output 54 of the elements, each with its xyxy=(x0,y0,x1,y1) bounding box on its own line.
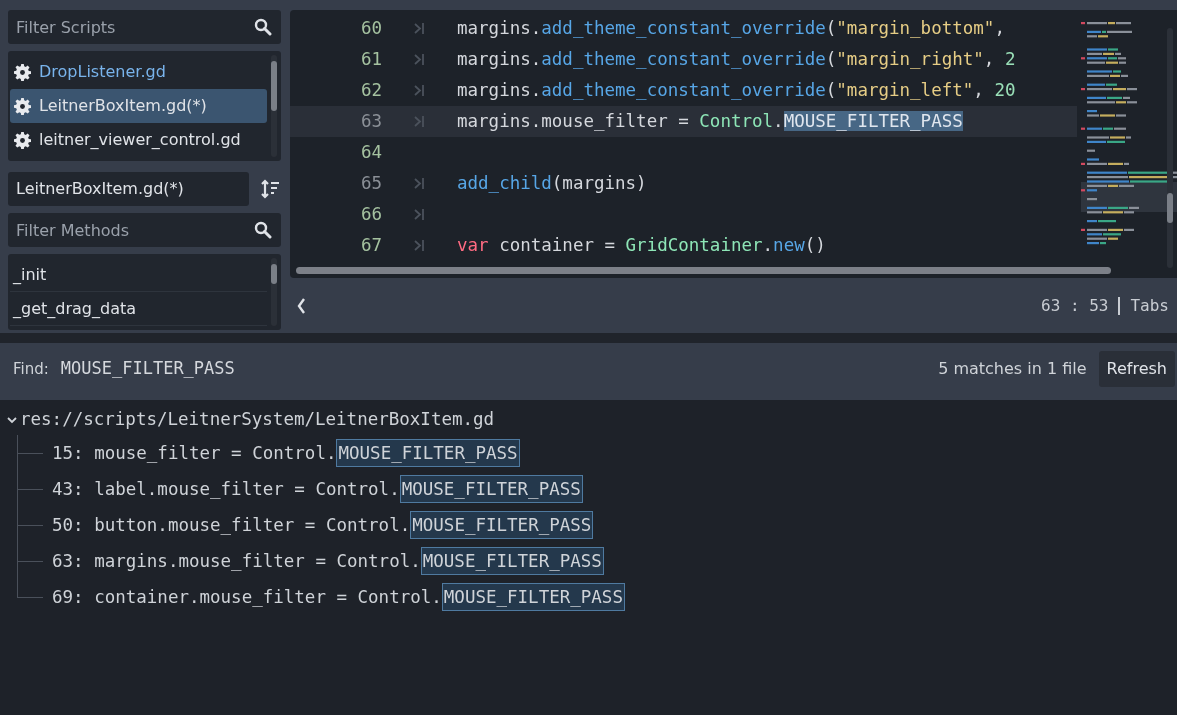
match-highlight: MOUSE_FILTER_PASS xyxy=(441,582,625,612)
method-filter-field[interactable]: Filter Methods xyxy=(8,213,281,247)
search-result-line[interactable]: 63: margins.mouse_filter = Control. xyxy=(52,547,421,575)
search-icon[interactable] xyxy=(254,221,272,239)
horizontal-scrollbar[interactable] xyxy=(296,267,1111,274)
script-name: LeitnerBoxItem.gd(*) xyxy=(39,95,207,117)
indent-mode-label[interactable]: Tabs xyxy=(1130,293,1169,318)
script-filter-field[interactable]: Filter Scripts xyxy=(8,10,281,44)
script-list-item[interactable]: leitner_viewer_control.gd xyxy=(10,123,267,157)
find-label: Find: xyxy=(13,358,49,380)
code-line: add_child(margins) xyxy=(457,172,647,196)
gear-icon xyxy=(14,97,31,115)
search-icon[interactable] xyxy=(254,18,272,36)
search-result-line[interactable]: 15: mouse_filter = Control. xyxy=(52,439,337,467)
scrollbar-thumb[interactable] xyxy=(1167,193,1173,223)
code-line: margins.add_theme_constant_override("margin_bottom", xyxy=(457,17,1005,41)
current-script-label: LeitnerBoxItem.gd(*) xyxy=(8,172,249,206)
line-number: 61 xyxy=(359,48,382,72)
method-list-item[interactable]: _init xyxy=(10,258,267,292)
script-name: DropListener.gd xyxy=(39,61,166,83)
gear-icon xyxy=(14,131,31,149)
line-number: 67 xyxy=(359,234,382,258)
method-list-item[interactable]: _get_drag_data xyxy=(10,292,267,326)
script-list-item[interactable]: LeitnerBoxItem.gd(*) xyxy=(10,89,267,123)
line-number: 63 xyxy=(359,110,382,134)
sort-icon[interactable] xyxy=(259,178,281,200)
match-highlight: MOUSE_FILTER_PASS xyxy=(410,510,594,540)
line-number: 60 xyxy=(359,17,382,41)
search-result-line[interactable]: 50: button.mouse_filter = Control. xyxy=(52,511,411,539)
code-line: margins.mouse_filter = Control.MOUSE_FILTER_PASS xyxy=(457,110,963,134)
code-editor[interactable] xyxy=(290,10,1177,278)
scrollbar-thumb[interactable] xyxy=(271,264,277,284)
match-highlight: MOUSE_FILTER_PASS xyxy=(420,546,604,576)
chevron-left-icon[interactable] xyxy=(296,296,306,315)
search-result-line[interactable]: 43: label.mouse_filter = Control. xyxy=(52,475,400,503)
gear-icon xyxy=(14,63,31,81)
line-number: 64 xyxy=(359,141,382,165)
file-path[interactable]: res://scripts/LeitnerSystem/LeitnerBoxItem.gd xyxy=(20,406,495,433)
code-line: var container = GridContainer.new() xyxy=(457,234,826,258)
search-query: MOUSE_FILTER_PASS xyxy=(60,357,235,381)
match-count: 5 matches in 1 file xyxy=(938,358,1087,380)
line-number: 66 xyxy=(359,203,382,227)
script-name: leitner_viewer_control.gd xyxy=(39,129,241,151)
line-number: 65 xyxy=(359,172,382,196)
match-highlight: MOUSE_FILTER_PASS xyxy=(336,438,520,468)
search-result-line[interactable]: 69: container.mouse_filter = Control. xyxy=(52,583,442,611)
match-highlight: MOUSE_FILTER_PASS xyxy=(399,474,583,504)
script-list-item[interactable]: DropListener.gd xyxy=(10,55,267,89)
refresh-button[interactable]: Refresh xyxy=(1098,351,1175,387)
cursor-position: 63 : 53 xyxy=(1041,294,1109,317)
line-number: 62 xyxy=(359,79,382,103)
scrollbar-thumb[interactable] xyxy=(271,61,277,111)
code-line: margins.add_theme_constant_override("margin_right", 2 xyxy=(457,48,1016,72)
code-line: margins.add_theme_constant_override("margin_left", 20 xyxy=(457,79,1016,103)
